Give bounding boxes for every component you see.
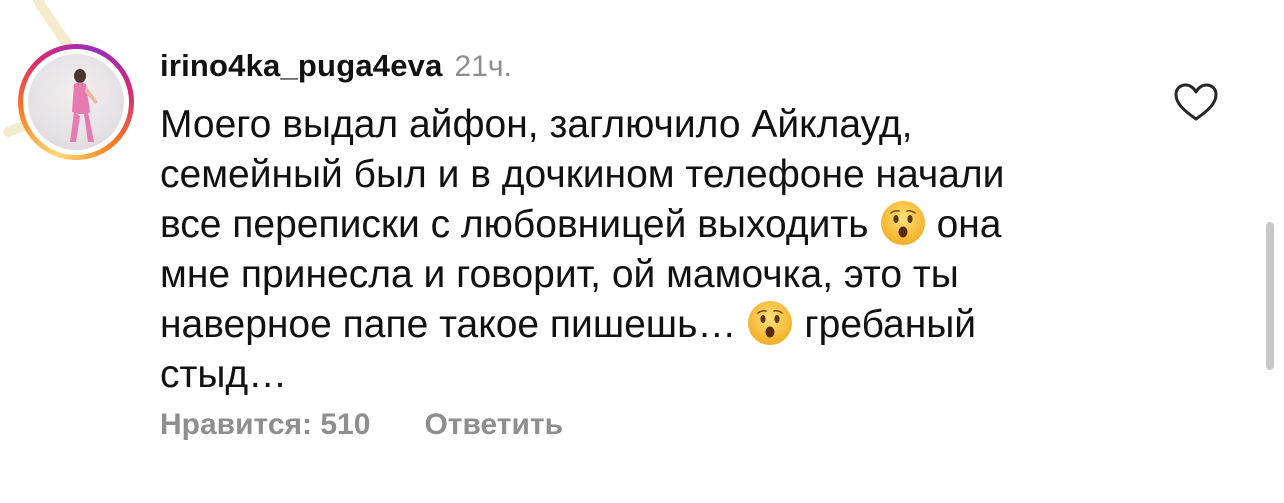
comment-line: Моего выдал айфон, заглючило Айклауд,: [160, 103, 913, 146]
username-link[interactable]: irino4ka_puga4eva: [160, 48, 443, 84]
comment-line: все переписки с любовницей выходить она: [160, 199, 1170, 250]
likes-count-button[interactable]: Нравится: 510: [160, 408, 370, 442]
avatar-story-ring[interactable]: [18, 44, 134, 160]
comment-header: irino4ka_puga4eva 21ч.: [160, 48, 512, 88]
avatar[interactable]: [28, 54, 124, 150]
heart-outline-icon[interactable]: [1173, 82, 1219, 122]
comment-timestamp: 21ч.: [454, 50, 512, 83]
reply-button[interactable]: Ответить: [424, 408, 563, 442]
comment-actions: Нравится: 510 Ответить: [160, 408, 563, 442]
hushed-face-emoji-icon: [748, 301, 793, 345]
comment-line: наверное папе такое пишешь… гребаный: [160, 299, 1170, 350]
avatar-person-figure: [70, 69, 98, 142]
comment-line: стыд…: [160, 352, 288, 396]
comment-text: Моего выдал айфон, заглючило Айклауд, се…: [160, 100, 1170, 399]
hushed-face-emoji-icon: [880, 201, 925, 245]
comment-line: семейный был и в дочкином телефоне начал…: [160, 152, 1005, 196]
comment-line: мне принесла и говорит, ой мамочка, это …: [160, 252, 959, 296]
scrollbar-thumb[interactable]: [1266, 222, 1274, 370]
